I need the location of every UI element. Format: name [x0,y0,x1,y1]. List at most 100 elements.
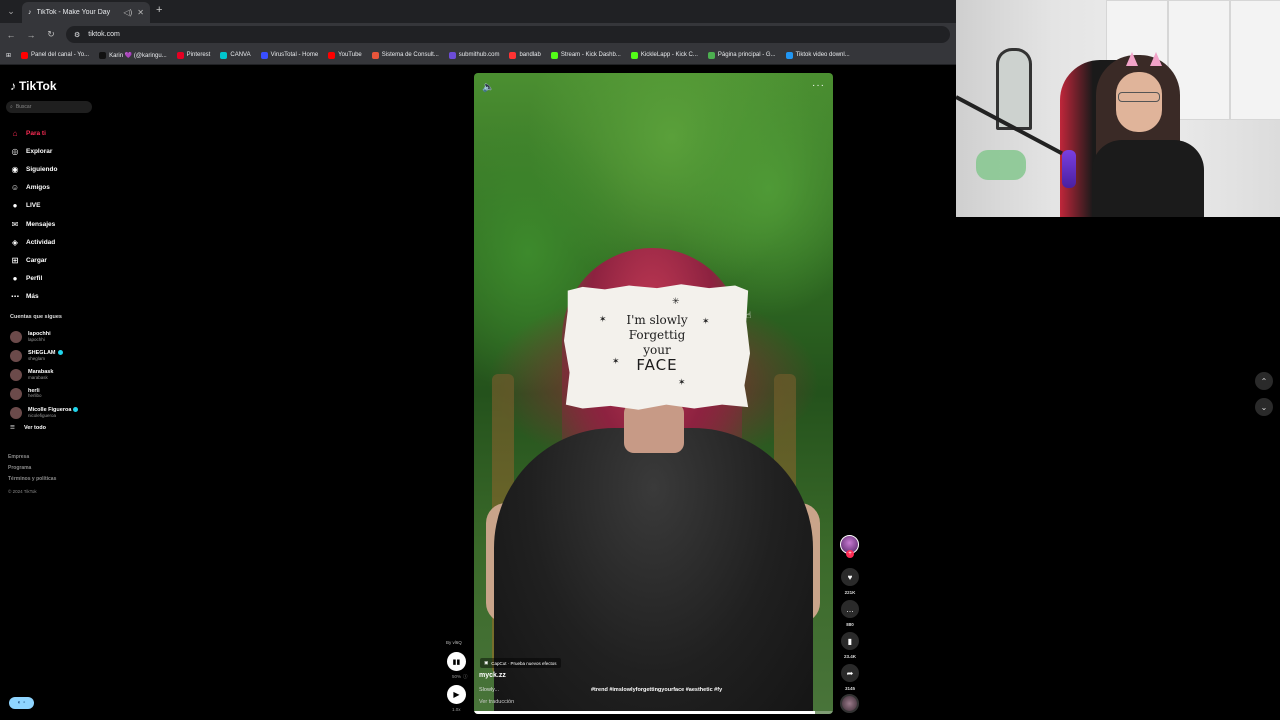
following-title: Cuentas que sigues [10,314,62,320]
sidebar-item-mensajes[interactable]: ✉ Mensajes [10,215,100,233]
account-name: Marabask [28,368,54,375]
sidebar-item-cargar[interactable]: ⊞ Cargar [10,251,100,269]
messages-icon: ✉ [11,219,19,229]
bookmark-favicon-icon [448,51,456,59]
bookmark-item[interactable]: submithub.com [448,51,499,59]
bookmark-icon: ▮ [841,632,859,650]
sidebar-item-explorar[interactable]: ◎ Explorar [10,142,100,160]
capcut-icon: ▣ [484,660,489,665]
tiktok-logo[interactable]: ♪ TikTok [10,79,57,93]
following-icon: ◉ [11,164,19,174]
capcut-tag[interactable]: ▣ CapCut · Prueba nuevos efectos [480,658,561,668]
sidebar-item-para-ti[interactable]: ⌂ Para ti [10,124,100,142]
footer-link-terms[interactable]: Términos y políticas [8,474,56,485]
sidebar-item-más[interactable]: ⋯ Más [10,288,100,306]
save-button[interactable]: ▮ 23.4K [840,632,860,659]
bookmark-item[interactable]: Stream - Kick Dashb... [550,51,621,59]
tiktok-note-icon: ♪ [10,79,16,93]
download-icon: ▫ [23,700,26,706]
footer-link-program[interactable]: Programa [8,463,56,474]
app-icon: ◐ [17,700,22,706]
bookmark-label: VirusTotal - Home [270,52,319,58]
sidebar-item-perfil[interactable]: ● Perfil [10,270,100,288]
url-field[interactable]: ⚙ tiktok.com [66,26,950,43]
bookmark-label: Panel del canal - Yo... [31,52,90,58]
follow-plus-icon[interactable]: + [846,550,854,558]
activity-icon: ◈ [11,237,19,247]
following-account[interactable]: Micolle Figueroa nicolefigueroa [10,403,100,422]
webcam-plush [976,150,1026,180]
bookmark-item[interactable]: Karin 💜 (@karingu... [99,51,167,59]
share-button[interactable]: ➦ 3145 [840,664,860,691]
info-icon[interactable]: ⓘ [463,674,468,680]
bookmark-favicon-icon [707,51,715,59]
footer-link-company[interactable]: Empresa [8,452,56,463]
like-count: 221K [844,590,856,595]
bookmark-item[interactable]: Tiktok video downl... [785,51,850,59]
tab-close-icon[interactable]: ✕ [137,8,144,17]
tab-audio-icon[interactable]: ◁) [123,8,132,17]
video-hashtags[interactable]: #trend #imslowlyforgettingyourface #aest… [591,687,722,693]
sidebar-item-live[interactable]: ● LIVE [10,197,100,215]
bookmark-item[interactable]: CANVA [220,51,251,59]
upload-icon: ⊞ [11,255,19,265]
site-info-icon[interactable]: ⚙ [74,31,80,39]
apps-icon[interactable]: ⊞ [6,52,11,59]
get-app-button[interactable]: ◐ ▫ [9,697,34,709]
back-icon[interactable]: ← [2,30,20,40]
bookmark-label: CANVA [230,52,251,58]
search-input[interactable]: ⌕ Buscar [6,101,92,113]
sidebar-item-actividad[interactable]: ◈ Actividad [10,233,100,251]
sidebar-item-siguiendo[interactable]: ◉ Siguiendo [10,160,100,178]
forward-icon[interactable]: → [22,30,40,40]
new-tab-button[interactable]: + [156,4,162,16]
volume-level: 50% [452,674,462,679]
sidebar-item-label: Actividad [26,238,56,246]
video-progress-bar[interactable] [474,711,833,714]
sound-button[interactable]: ▮▮ [447,652,466,671]
video-author[interactable]: myck.zz [479,672,506,679]
sidebar-item-label: Amigos [26,184,50,192]
following-account[interactable]: SHEGLAM sheglam [10,347,100,366]
previous-video-button[interactable]: ⌃ [1255,372,1273,390]
bookmark-favicon-icon [176,51,184,59]
bookmark-item[interactable]: YouTube [328,51,362,59]
following-account[interactable]: herli herlibo [10,384,100,403]
bookmark-label: Sistema de Consult... [381,52,439,58]
more-options-icon[interactable]: ··· [812,80,825,91]
next-video-button[interactable]: ⌄ [1255,398,1273,416]
volume-icon[interactable]: 🔈 [482,82,494,93]
sidebar-item-label: Siguiendo [26,165,58,173]
following-account[interactable]: Marabask marabask [10,366,100,385]
comment-button[interactable]: … 880 [840,600,860,627]
browser-tab[interactable]: ♪ TikTok - Make Your Day ◁) ✕ [22,2,150,23]
tab-search-icon[interactable]: ⌄ [4,4,18,18]
bookmark-item[interactable]: VirusTotal - Home [260,51,319,59]
bookmark-item[interactable]: Panel del canal - Yo... [21,51,90,59]
like-button[interactable]: ♥ 221K [840,568,860,595]
bookmark-item[interactable]: Pinterest [176,51,210,59]
bookmark-favicon-icon [509,51,517,59]
chevron-down-icon: ⌄ [1260,402,1268,412]
sidebar-item-label: Más [26,293,39,301]
bookmark-favicon-icon [260,51,268,59]
bookmark-label: Karin 💜 (@karingu... [109,52,167,59]
bookmark-item[interactable]: bandlab [509,51,541,59]
reload-icon[interactable]: ↻ [42,29,60,40]
account-handle: nicolefigueroa [28,412,57,418]
translate-link[interactable]: Ver traducción [479,699,514,705]
video-player[interactable]: ✳ ✶ ✶ ✶ ✶ I'm slowly Forgettig your FACE… [474,73,833,714]
bookmark-item[interactable]: Página principal - G... [707,51,776,59]
music-disc[interactable] [840,694,859,713]
video-neck [624,403,684,453]
sidebar-item-amigos[interactable]: ☺ Amigos [10,179,100,197]
following-account[interactable]: lapochhi lapochhi [10,328,100,347]
play-button[interactable]: ▶ [447,685,466,704]
see-all-button[interactable]: ☰ Ver todo [10,425,46,431]
comment-count: 880 [846,622,854,627]
bookmark-item[interactable]: KickleLapp - Kick C... [630,51,698,59]
bookmark-item[interactable]: Sistema de Consult... [371,51,439,59]
sign-text: I'm slowly Forgettig your FACE [626,313,688,374]
webcam-face [1116,72,1162,132]
play-icon: ▶ [453,690,460,699]
